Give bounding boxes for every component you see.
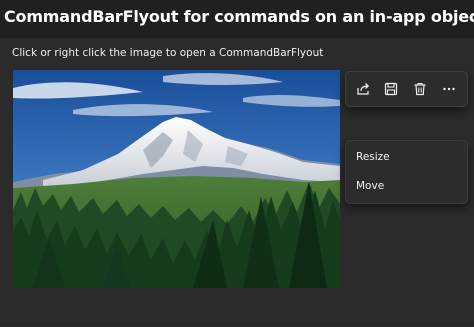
- instructions-text: Click or right click the image to open a…: [12, 47, 324, 59]
- secondary-commands-menu: Resize Move: [345, 140, 468, 204]
- menu-item-resize[interactable]: Resize: [356, 151, 390, 163]
- menu-item-move[interactable]: Move: [356, 180, 384, 192]
- command-bar-flyout: [345, 71, 468, 107]
- bottom-edge: [0, 321, 474, 326]
- page-title: CommandBarFlyout for commands on an in-a…: [4, 7, 474, 26]
- save-icon: [384, 82, 398, 96]
- mountain-image[interactable]: [13, 70, 340, 288]
- share-icon: [357, 83, 370, 95]
- share-button[interactable]: [351, 77, 375, 101]
- delete-button[interactable]: [408, 77, 432, 101]
- more-button[interactable]: [437, 77, 461, 101]
- mountain-image-graphic: [13, 70, 340, 288]
- save-button[interactable]: [379, 77, 403, 101]
- delete-icon: [414, 82, 426, 96]
- more-icon: [443, 87, 455, 91]
